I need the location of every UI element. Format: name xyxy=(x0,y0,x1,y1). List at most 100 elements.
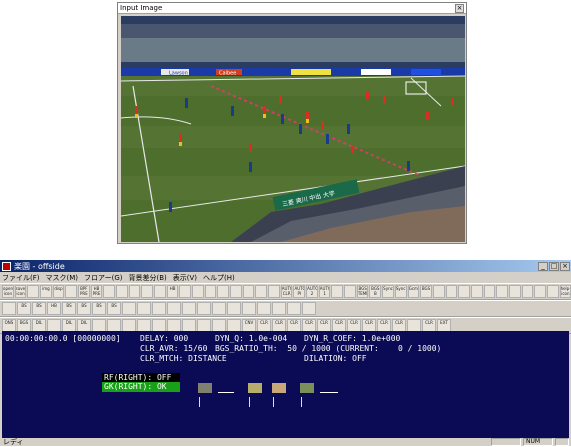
toolbar-1-button-7[interactable]: BPF PRE xyxy=(78,285,90,298)
toolbar-2-button-11[interactable] xyxy=(152,302,166,315)
dyn-r-value: DYN_R_COEF: 1.0e+000 xyxy=(304,334,401,343)
toolbar-2-button-14[interactable] xyxy=(197,302,211,315)
swatch-marker-4 xyxy=(301,397,307,407)
toolbar-2-button-5[interactable]: BS xyxy=(62,302,76,315)
color-swatch-2 xyxy=(248,383,262,393)
toolbar-2-button-12[interactable] xyxy=(167,302,181,315)
toolbar-2-button-13[interactable] xyxy=(182,302,196,315)
banner-text-left: Lawson xyxy=(169,71,188,77)
toolbar-1-button-13[interactable] xyxy=(154,285,166,298)
menu-file[interactable]: ファイル(F) xyxy=(2,273,40,283)
toolbar-2-button-15[interactable] xyxy=(212,302,226,315)
toolbar-2-button-10[interactable] xyxy=(137,302,151,315)
toolbar-2-button-16[interactable] xyxy=(227,302,241,315)
toolbar-1-button-41[interactable] xyxy=(508,285,521,298)
toolbar-1-button-20[interactable] xyxy=(242,285,255,298)
toolbar-1-button-17[interactable] xyxy=(204,285,217,298)
menu-floor[interactable]: フロアー(G) xyxy=(84,273,122,283)
rf-status: RF(RIGHT): OFF xyxy=(102,373,180,382)
toolbar-1-button-34[interactable]: BGS xyxy=(420,285,432,298)
soccer-scene: Lawson Calbee 三菱 爽川 中出 大学 xyxy=(121,16,465,242)
toolbar-1-button-31[interactable]: Sync xyxy=(382,285,394,298)
toolbar-1-button-2[interactable]: save-icon xyxy=(14,285,27,298)
toolbar-1-button-28[interactable] xyxy=(344,285,356,298)
toolbar-2-button-19[interactable] xyxy=(272,302,286,315)
toolbar-1-button-33[interactable]: Gcm xyxy=(407,285,420,298)
menu-bg-diff[interactable]: 背景差分(B) xyxy=(128,273,166,283)
toolbar-1-button-19[interactable] xyxy=(230,285,242,298)
color-swatch-1 xyxy=(198,383,212,393)
toolbar-1-button-22[interactable] xyxy=(268,285,280,298)
soccer-field-image: Lawson Calbee 三菱 爽川 中出 大学 xyxy=(121,16,465,242)
swatch-marker-2 xyxy=(249,397,255,407)
toolbar-2-button-8[interactable]: BS xyxy=(107,302,121,315)
toolbar-2-button-20[interactable] xyxy=(287,302,301,315)
menu-view[interactable]: 表示(V) xyxy=(173,273,197,283)
image-window-titlebar: Input Image × xyxy=(118,3,466,14)
toolbar-1-button-30[interactable]: BGS B xyxy=(369,285,382,298)
toolbar-1-button-18[interactable] xyxy=(217,285,230,298)
swatch-marker-1 xyxy=(199,397,205,407)
menubar: ファイル(F) マスク(M) フロアー(G) 背景差分(B) 表示(V) ヘルプ… xyxy=(0,272,571,283)
status-panel-empty xyxy=(491,438,521,446)
toolbar-row-2: BS BS HB BS BS BS BS xyxy=(0,300,571,317)
toolbar-1-button-4[interactable]: img xyxy=(40,285,52,298)
menu-mask[interactable]: マスク(M) xyxy=(46,273,79,283)
toolbar-1-button-40[interactable] xyxy=(496,285,508,298)
minimize-icon[interactable]: _ xyxy=(538,261,548,271)
toolbar-1-button-43[interactable] xyxy=(534,285,546,298)
toolbar-1-button-32[interactable]: Sync xyxy=(394,285,407,298)
toolbar-1-button-16[interactable] xyxy=(192,285,204,298)
maximize-icon[interactable]: □ xyxy=(549,261,559,271)
delay-value: DELAY: 000 xyxy=(140,334,189,343)
toolbar-1-button-21[interactable] xyxy=(255,285,268,298)
toolbar-2-button-2[interactable]: BS xyxy=(17,302,31,315)
toolbar-1-button-15[interactable] xyxy=(179,285,192,298)
toolbar-2-button-17[interactable] xyxy=(242,302,256,315)
parameter-monitor: 00:00:00:00.0 [00000000] DELAY: 000 DYN_… xyxy=(2,331,569,438)
color-swatch-3 xyxy=(272,383,286,393)
toolbar-1-button-37[interactable] xyxy=(458,285,470,298)
close-icon[interactable]: × xyxy=(560,261,570,271)
toolbar-1-button-36[interactable] xyxy=(445,285,458,298)
dilation-value: DILATION: OFF xyxy=(304,354,367,363)
toolbar-2-button-21[interactable] xyxy=(302,302,316,315)
toolbar-1-button-6[interactable] xyxy=(65,285,78,298)
toolbar-1-button-11[interactable] xyxy=(128,285,141,298)
toolbar-1-button-29[interactable]: BGS TEMP xyxy=(356,285,369,298)
toolbar-1-button-8[interactable]: HB PRE xyxy=(90,285,103,298)
toolbar-1-button-42[interactable] xyxy=(521,285,534,298)
toolbar-1-button-10[interactable] xyxy=(116,285,128,298)
toolbar-2-button-1[interactable] xyxy=(2,302,16,315)
clr-avr-value: CLR_AVR: 15/60 xyxy=(140,344,208,353)
toolbar-2-button-9[interactable] xyxy=(122,302,136,315)
toolbar-1-button-39[interactable] xyxy=(483,285,496,298)
menu-help[interactable]: ヘルプ(H) xyxy=(203,273,235,283)
toolbar-1-button-27[interactable] xyxy=(331,285,344,298)
timecode: 00:00:00:00.0 [00000000] xyxy=(5,334,121,343)
toolbar-1-button-35[interactable] xyxy=(432,285,445,298)
toolbar-1-button-24[interactable]: AUTO PI xyxy=(293,285,306,298)
toolbar-1-button-38[interactable] xyxy=(470,285,483,298)
toolbar-1-button-26[interactable]: AUTO 1 xyxy=(318,285,331,298)
app-title: 楽園 - offside xyxy=(14,261,65,271)
toolbar-1-button-5[interactable]: disp xyxy=(52,285,65,298)
toolbar-1-button-45[interactable]: help-icon xyxy=(559,285,571,298)
toolbar-2-button-3[interactable]: BS xyxy=(32,302,46,315)
toolbar-2-button-7[interactable]: BS xyxy=(92,302,106,315)
toolbar-1-button-44[interactable] xyxy=(546,285,559,298)
toolbar-2-button-4[interactable]: HB xyxy=(47,302,61,315)
toolbar-2-button-18[interactable] xyxy=(257,302,271,315)
toolbar-1-button-14[interactable]: HB xyxy=(166,285,179,298)
toolbar-1-button-1[interactable]: open-icon xyxy=(2,285,14,298)
close-icon[interactable]: × xyxy=(455,3,464,13)
app-titlebar: 楽園 - offside _ □ × xyxy=(0,260,571,272)
toolbar-1-button-9[interactable] xyxy=(103,285,116,298)
toolbar-1-button-3[interactable] xyxy=(27,285,40,298)
input-image-window: Input Image × Lawson Calbee 三菱 爽川 中出 大学 xyxy=(117,2,467,244)
swatch-marker-3 xyxy=(273,397,279,407)
toolbar-1-button-23[interactable]: AUTO CLR xyxy=(280,285,293,298)
toolbar-1-button-12[interactable] xyxy=(141,285,154,298)
toolbar-1-button-25[interactable]: AUTO 2 xyxy=(306,285,318,298)
toolbar-2-button-6[interactable]: BS xyxy=(77,302,91,315)
